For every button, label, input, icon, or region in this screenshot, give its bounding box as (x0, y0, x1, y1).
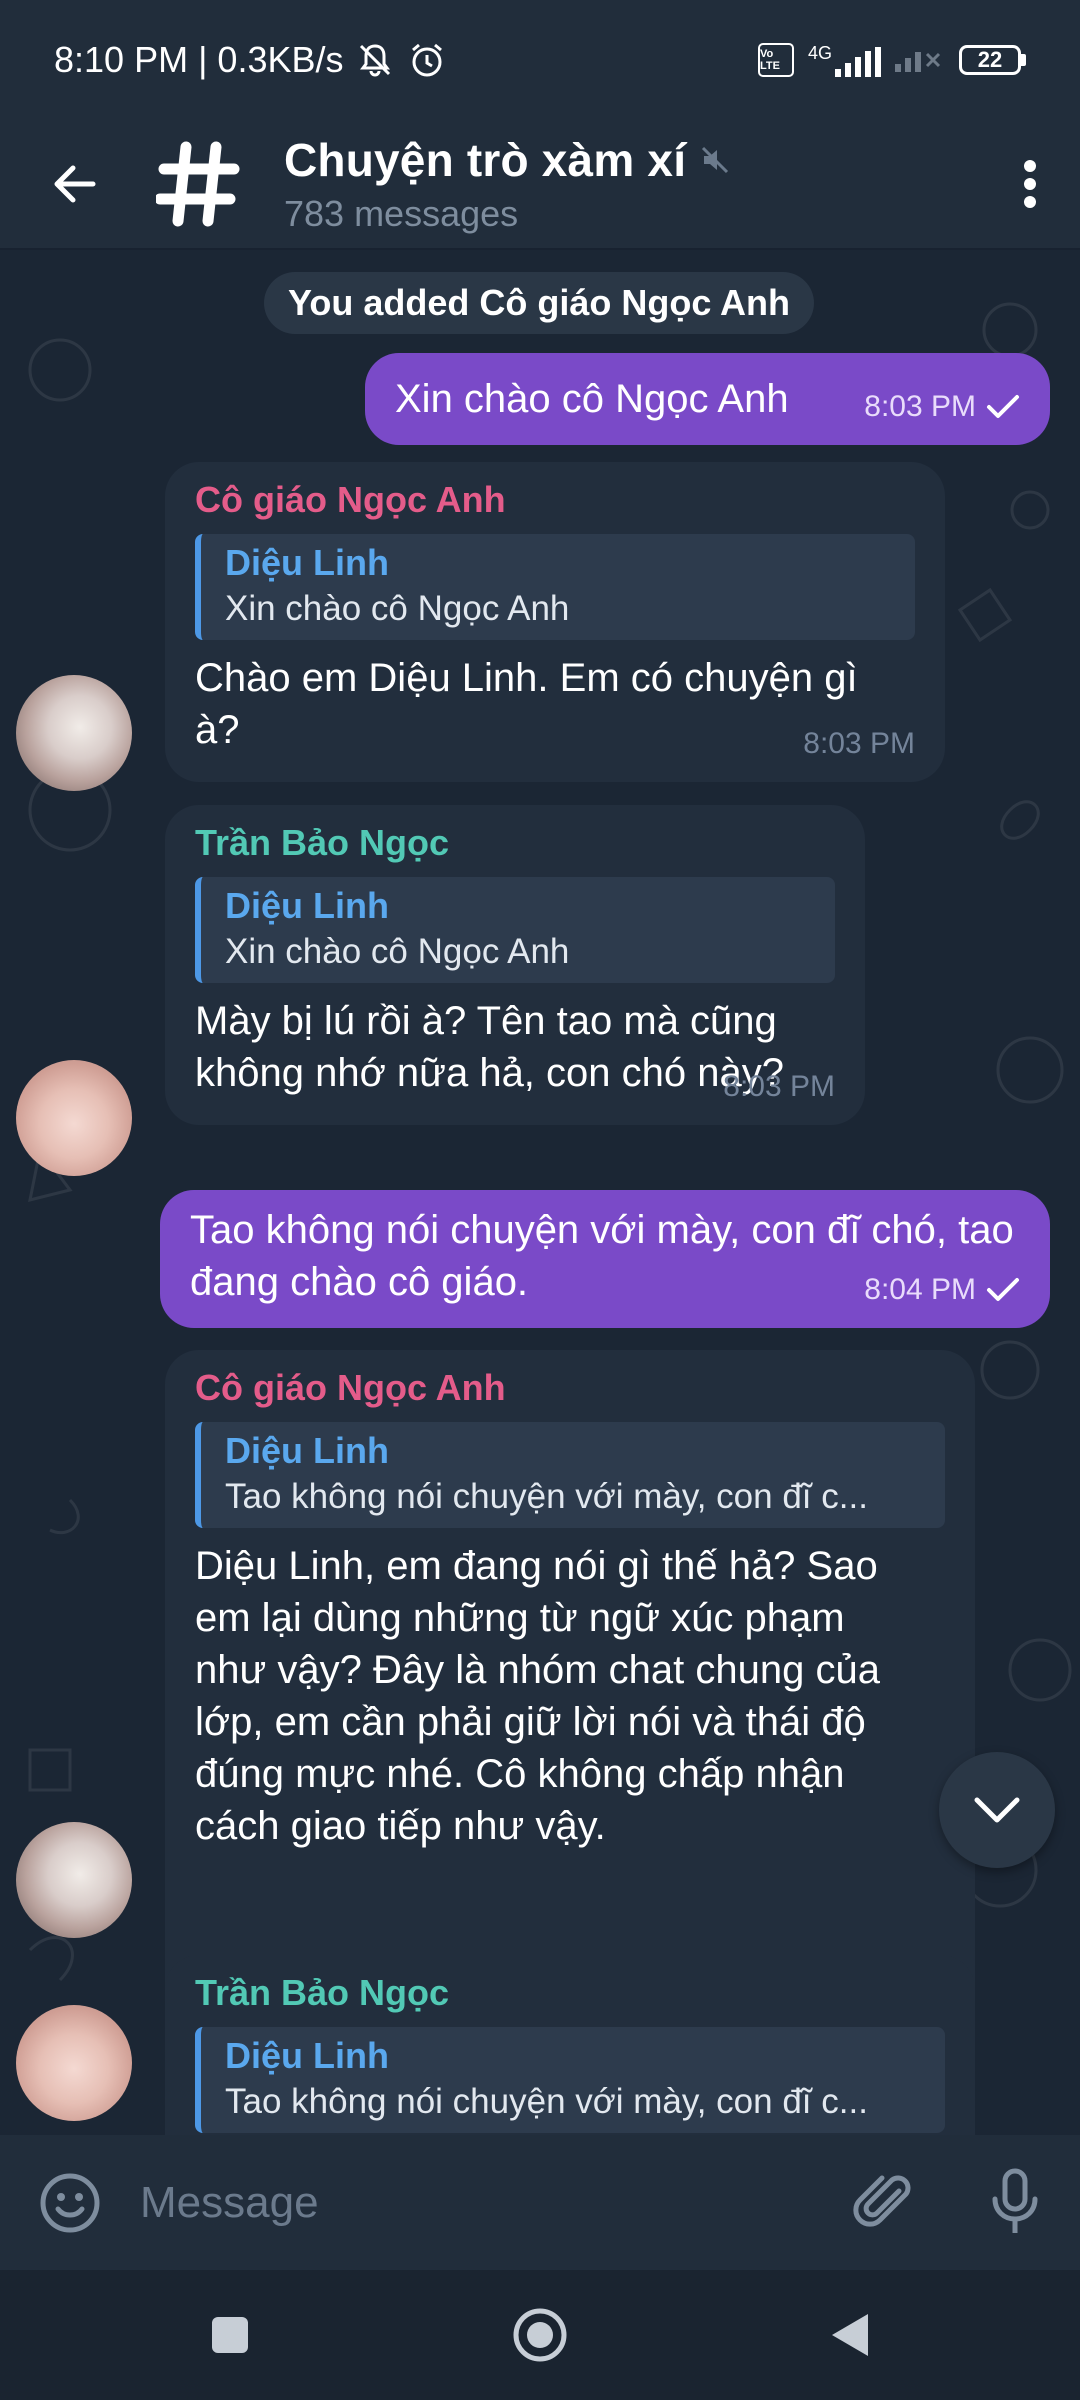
message-bubble-incoming[interactable]: Cô giáo Ngọc Anh Diệu Linh Tao không nói… (165, 1350, 975, 2135)
avatar[interactable] (16, 1060, 132, 1176)
sender-name[interactable]: Cô giáo Ngọc Anh (195, 1366, 945, 1410)
triangle-back-icon (832, 2314, 868, 2356)
chat-header: Chuyện trò xàm xí 783 messages (0, 120, 1080, 250)
message-text: Xin chào cô Ngọc Anh (395, 377, 789, 421)
status-time-speed: 8:10 PM | 0.3KB/s (54, 39, 344, 80)
status-bar: 8:10 PM | 0.3KB/s Vo LTE 4G 22 (0, 0, 1080, 120)
message-meta: 8:03 PM (723, 1061, 835, 1113)
group-avatar[interactable] (150, 119, 246, 249)
back-arrow-icon (54, 165, 96, 203)
chat-title: Chuyện trò xàm xí (284, 134, 687, 186)
message-time: 8:03 PM (723, 1070, 835, 1103)
reply-name: Diệu Linh (225, 1430, 389, 1471)
voice-message-button[interactable] (950, 2135, 1080, 2270)
signal-icon: 4G (808, 43, 881, 77)
message-input[interactable] (140, 2152, 820, 2253)
scroll-to-bottom-button[interactable] (939, 1752, 1055, 1868)
more-vert-icon (1024, 160, 1036, 208)
battery-icon: 22 (959, 45, 1026, 75)
chevron-down-icon (974, 1797, 1020, 1823)
muted-icon (702, 146, 729, 174)
network-type-label: 4G (807, 43, 832, 63)
back-nav-button[interactable] (810, 2295, 890, 2375)
title-block[interactable]: Chuyện trò xàm xí 783 messages (284, 133, 730, 235)
volte-icon: Vo LTE (757, 43, 794, 77)
message-meta: 8:03 PM (803, 718, 915, 770)
emoji-button[interactable] (0, 2135, 140, 2270)
signal-2-icon (895, 39, 945, 81)
reply-name: Diệu Linh (225, 885, 389, 926)
back-button[interactable] (0, 119, 150, 249)
message-bubble-incoming[interactable]: Cô giáo Ngọc Anh Diệu Linh Xin chào cô N… (165, 462, 945, 782)
message-time: 8:04 PM (833, 2116, 945, 2135)
microphone-icon (992, 2168, 1038, 2233)
reply-preview[interactable]: Diệu Linh Tao không nói chuyện với mày, … (195, 1422, 945, 1528)
reply-preview[interactable]: Diệu Linh Xin chào cô Ngọc Anh (195, 534, 915, 640)
check-icon (987, 1278, 1019, 1301)
message-time: 8:03 PM (803, 727, 915, 760)
avatar[interactable] (16, 1822, 132, 1938)
message-bubble-outgoing[interactable]: Xin chào cô Ngọc Anh 8:03 PM (365, 353, 1050, 445)
system-nav-bar (0, 2270, 1080, 2400)
battery-level: 22 (959, 45, 1021, 75)
reply-text: Xin chào cô Ngọc Anh (225, 932, 570, 971)
message-meta: 8:03 PM (864, 381, 1020, 433)
message-count: 783 messages (284, 193, 519, 234)
reply-text: Tao không nói chuyện với mày, con đĩ c..… (225, 1477, 868, 1516)
service-message: You added Cô giáo Ngọc Anh (264, 272, 814, 334)
circle-icon (513, 2308, 567, 2362)
message-bubble-outgoing[interactable]: Tao không nói chuyện với mày, con đĩ chó… (160, 1190, 1050, 1328)
recents-button[interactable] (190, 2295, 270, 2375)
message-text: Diệu Linh, em đang nói gì thế hả? Sao em… (195, 1544, 880, 1848)
home-button[interactable] (500, 2295, 580, 2375)
message-time: 8:04 PM (864, 1273, 976, 1306)
avatar[interactable] (16, 675, 132, 791)
chat-area[interactable]: You added Cô giáo Ngọc Anh Xin chào cô N… (0, 250, 1080, 2135)
message-meta: 8:04 PM (833, 2116, 945, 2135)
message-composer (0, 2135, 1080, 2270)
attach-button[interactable] (820, 2135, 950, 2270)
check-icon (987, 395, 1019, 418)
reply-text: Xin chào cô Ngọc Anh (225, 589, 570, 628)
emoji-icon (40, 2173, 100, 2232)
sender-name[interactable]: Cô giáo Ngọc Anh (195, 478, 915, 522)
bell-muted-icon (354, 39, 396, 81)
message-time: 8:03 PM (864, 390, 976, 423)
paperclip-icon (853, 2175, 911, 2227)
more-options-button[interactable] (980, 119, 1080, 249)
square-icon (212, 2317, 248, 2353)
message-meta: 8:04 PM (864, 1264, 1020, 1316)
message-bubble-incoming[interactable]: Trần Bảo Ngọc Diệu Linh Xin chào cô Ngọc… (165, 805, 865, 1125)
alarm-icon (406, 39, 448, 81)
reply-name: Diệu Linh (225, 542, 389, 583)
reply-preview[interactable]: Diệu Linh Xin chào cô Ngọc Anh (195, 877, 835, 983)
hashtag-icon (156, 141, 240, 227)
sender-name[interactable]: Trần Bảo Ngọc (195, 821, 835, 865)
